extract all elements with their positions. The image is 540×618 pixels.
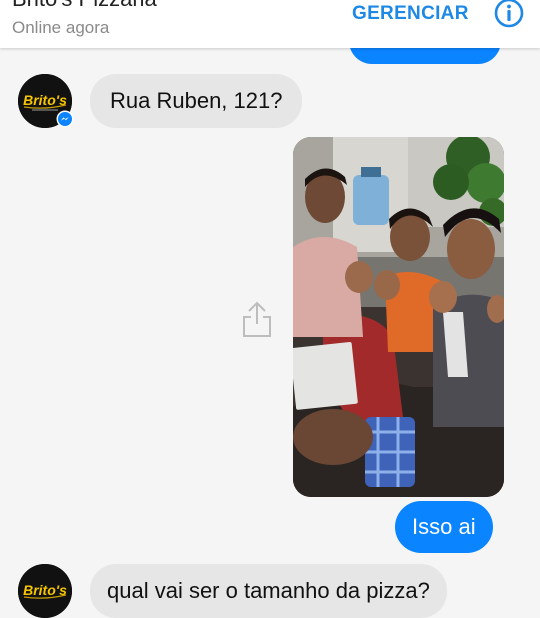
message-text: Rua Ruben, 121? [110, 88, 283, 113]
message-text: qual vai ser o tamanho da pizza? [107, 578, 430, 603]
avatar[interactable]: Brito's [18, 564, 72, 618]
message-text: Isso ai [412, 514, 476, 539]
britos-logo: Brito's [18, 564, 72, 618]
online-status: Online agora [12, 18, 110, 37]
chat-header: Brito's Pizzaria Online agora GERENCIAR [0, 0, 540, 48]
outgoing-message[interactable]: Isso ai [395, 501, 493, 553]
contact-name[interactable]: Brito's Pizzaria [12, 0, 157, 12]
incoming-message[interactable]: Rua Ruben, 121? [90, 74, 303, 128]
incoming-message[interactable]: qual vai ser o tamanho da pizza? [90, 564, 447, 618]
avatar[interactable]: Brito's [18, 74, 74, 128]
messenger-badge-icon [56, 110, 74, 128]
group-photo-image [293, 137, 504, 497]
manage-button[interactable]: GERENCIAR [352, 3, 469, 25]
svg-text:Brito's: Brito's [23, 92, 67, 108]
svg-text:Brito's: Brito's [23, 582, 67, 598]
share-icon[interactable] [240, 300, 274, 338]
info-icon[interactable] [493, 0, 525, 29]
photo-message[interactable] [293, 137, 504, 497]
message-thread[interactable]: Brito's Rua Ruben, 121? Isso ai Brito's … [0, 18, 540, 618]
